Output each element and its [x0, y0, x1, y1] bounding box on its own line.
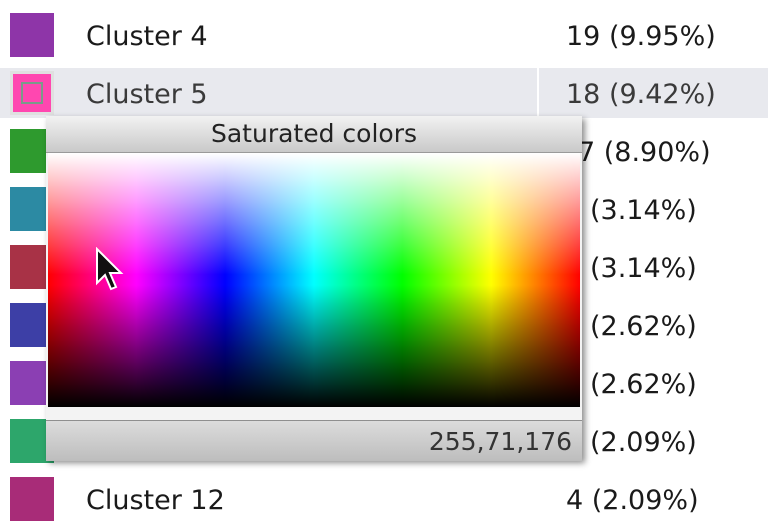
cluster-name: Cluster 4 — [86, 21, 208, 52]
cluster-count: (3.14%) — [590, 253, 697, 284]
saturated-color-gradient[interactable] — [48, 153, 580, 407]
mouse-pointer-icon — [96, 247, 124, 291]
cluster-name: Cluster 12 — [86, 485, 225, 516]
cluster-count: 19 (9.95%) — [566, 21, 716, 52]
cluster-color-swatch[interactable] — [10, 13, 54, 57]
cluster-color-swatch[interactable] — [10, 71, 54, 115]
cluster-count: 7 (8.90%) — [578, 137, 711, 168]
cluster-row[interactable]: Cluster 12 4 (2.09%) — [0, 464, 768, 522]
cluster-color-swatch[interactable] — [10, 477, 54, 521]
color-picker-title: Saturated colors — [46, 116, 582, 153]
cluster-count: (2.62%) — [590, 369, 697, 400]
cluster-count: (3.14%) — [590, 195, 697, 226]
cluster-row-selected[interactable]: Cluster 5 18 (9.42%) — [0, 58, 768, 118]
column-separator — [537, 68, 539, 118]
cluster-count: 18 (9.42%) — [566, 79, 716, 110]
cluster-row[interactable]: Cluster 4 19 (9.95%) — [0, 0, 768, 58]
cluster-count: (2.09%) — [590, 427, 697, 458]
cluster-count: 4 (2.09%) — [566, 485, 699, 516]
cluster-count: (2.62%) — [590, 311, 697, 342]
focus-indicator — [21, 82, 43, 104]
color-picker-footer: 255,71,176 — [46, 420, 582, 461]
cluster-name: Cluster 5 — [86, 79, 208, 110]
rgb-value-readout: 255,71,176 — [428, 427, 572, 456]
